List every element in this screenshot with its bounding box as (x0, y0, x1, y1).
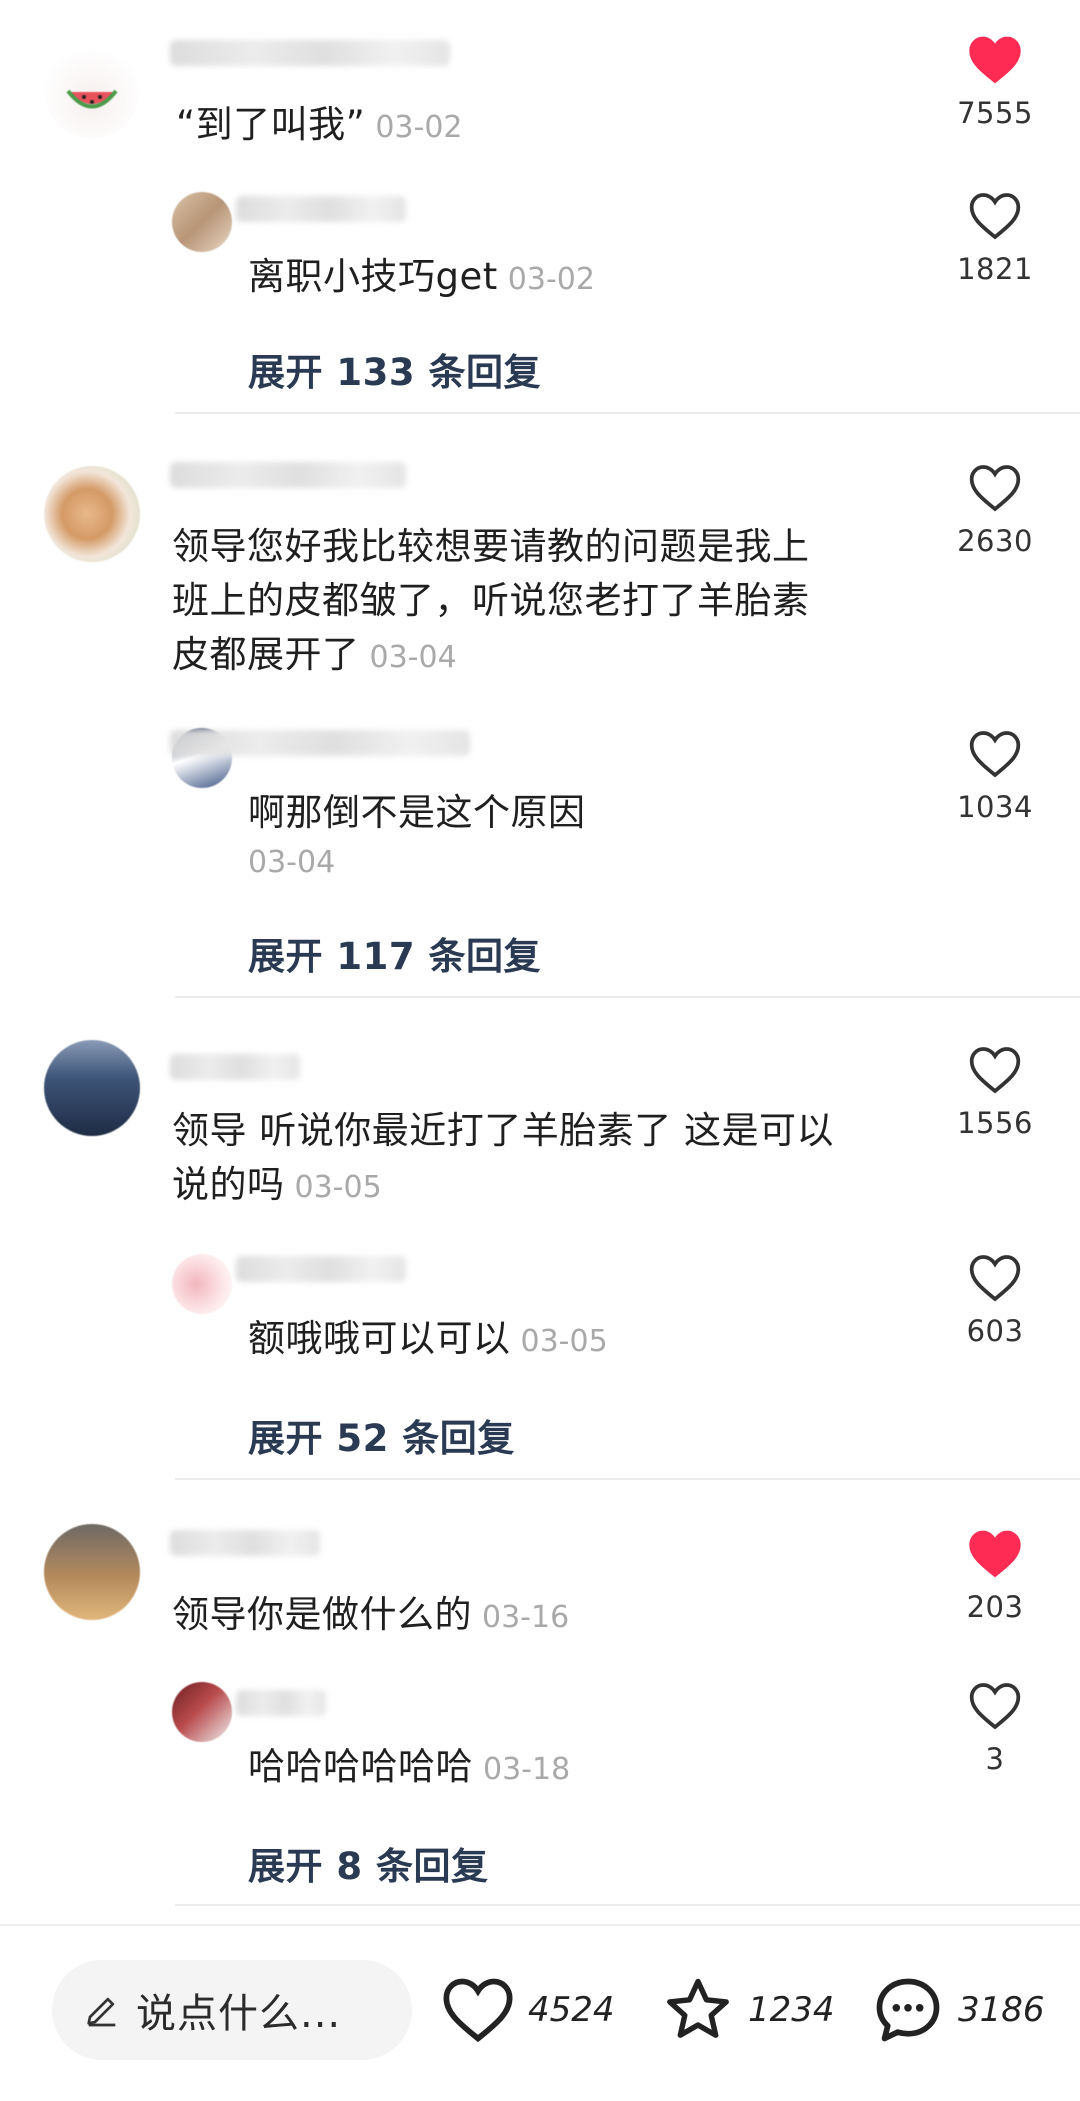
comment-like-button[interactable]: 2630 (940, 462, 1050, 558)
commenter-username[interactable] (170, 1054, 300, 1080)
expand-replies-button[interactable]: 展开 117 条回复 (248, 926, 541, 980)
heart-icon (969, 1047, 1021, 1094)
heart-icon (969, 731, 1021, 778)
thread-divider (175, 1478, 1080, 1480)
reply-date: 03-02 (507, 262, 595, 297)
replier-avatar[interactable] (172, 1682, 232, 1742)
comment-date: 03-05 (294, 1170, 382, 1205)
favorite-button[interactable]: 1234 (660, 1962, 835, 2058)
comment-like-button[interactable]: 7555 (940, 34, 1050, 130)
reply-text: 啊那倒不是这个原因 03-04 (248, 786, 586, 886)
comment-count: 3186 (958, 1990, 1045, 2030)
commenter-avatar[interactable] (44, 466, 140, 562)
comment-date: 03-02 (375, 110, 463, 145)
reply-text: 离职小技巧get 03-02 (248, 250, 595, 307)
heart-icon (969, 1255, 1021, 1302)
comment-bubble-icon (876, 1978, 940, 2042)
comment-date: 03-04 (369, 640, 457, 675)
thread-divider (175, 412, 1080, 414)
reply-text: 额哦哦可以可以 03-05 (248, 1312, 608, 1369)
comment-text: 领导你是做什么的 03-16 (172, 1588, 569, 1645)
comment-body-line-2: 班上的皮都皱了，听说您老打了羊胎素 (172, 579, 810, 622)
comment-body-line-1: 领导 听说你最近打了羊胎素了 这是可以 (172, 1109, 835, 1152)
comment-input-placeholder: 说点什么... (136, 1991, 342, 2037)
reply-body: 额哦哦可以可以 (248, 1317, 511, 1360)
comment-input[interactable]: 说点什么... (52, 1960, 412, 2060)
comment-text: 领导 听说你最近打了羊胎素了 这是可以 说的吗 03-05 (172, 1104, 922, 1215)
star-icon (667, 1978, 729, 2038)
commenter-avatar[interactable] (44, 1524, 140, 1620)
comment-like-count: 7555 (957, 96, 1033, 130)
heart-icon (443, 1978, 513, 2043)
comment-like-button[interactable]: 203 (940, 1528, 1050, 1624)
watermelon-avatar-icon (66, 89, 118, 109)
replier-username[interactable] (236, 1690, 326, 1716)
expand-replies-button[interactable]: 展开 52 条回复 (248, 1408, 515, 1462)
like-button[interactable]: 4524 (440, 1962, 615, 2058)
heart-icon (969, 193, 1021, 240)
bottom-action-bar: 说点什么... 4524 1234 3186 (0, 1924, 1080, 2101)
thread-divider (175, 996, 1080, 998)
heart-icon (969, 1530, 1021, 1578)
comment-text: “到了叫我” 03-02 (176, 98, 463, 155)
replier-avatar[interactable] (172, 1254, 232, 1314)
reply-like-count: 603 (966, 1314, 1024, 1348)
comment-body-line-2: 说的吗 (172, 1163, 285, 1206)
like-count: 4524 (528, 1990, 615, 2030)
reply-like-button[interactable]: 1821 (940, 190, 1050, 286)
thread-divider (175, 1904, 1080, 1906)
comment-date: 03-16 (482, 1600, 570, 1635)
commenter-username[interactable] (170, 462, 406, 488)
replier-username[interactable] (236, 196, 406, 222)
commenter-avatar[interactable] (44, 42, 140, 138)
commenter-avatar[interactable] (44, 1040, 140, 1136)
reply-date: 03-05 (520, 1324, 608, 1359)
reply-like-count: 1034 (957, 790, 1033, 824)
reply-date: 03-18 (483, 1752, 571, 1787)
reply-text: 哈哈哈哈哈哈 03-18 (248, 1740, 570, 1797)
replier-avatar[interactable] (172, 192, 232, 252)
heart-icon (969, 36, 1021, 84)
comment-like-button[interactable]: 1556 (940, 1044, 1050, 1140)
comment-like-count: 1556 (957, 1106, 1033, 1140)
comment-body: “到了叫我” (176, 103, 366, 146)
commenter-username[interactable] (170, 40, 450, 66)
reply-like-button[interactable]: 603 (940, 1252, 1050, 1348)
reply-like-count: 3 (985, 1742, 1005, 1776)
pencil-icon (87, 1997, 116, 2027)
expand-replies-button[interactable]: 展开 133 条回复 (248, 342, 541, 396)
reply-date: 03-04 (248, 845, 336, 880)
replier-username[interactable] (236, 1256, 406, 1282)
comment-like-count: 203 (966, 1590, 1024, 1624)
reply-like-button[interactable]: 1034 (940, 728, 1050, 824)
reply-like-count: 1821 (957, 252, 1033, 286)
reply-body: 哈哈哈哈哈哈 (248, 1745, 473, 1788)
comment-text: 领导您好我比较想要请教的问题是我上 班上的皮都皱了，听说您老打了羊胎素 皮都展开… (172, 520, 922, 685)
reply-body: 离职小技巧get (248, 255, 498, 298)
favorite-count: 1234 (748, 1990, 835, 2030)
comment-body: 领导你是做什么的 (172, 1593, 472, 1636)
heart-icon (969, 1683, 1021, 1730)
heart-icon (969, 465, 1021, 512)
comment-button[interactable]: 3186 (870, 1962, 1045, 2058)
comment-like-count: 2630 (957, 524, 1033, 558)
comment-body-line-1: 领导您好我比较想要请教的问题是我上 (172, 525, 810, 568)
reply-like-button[interactable]: 3 (940, 1680, 1050, 1776)
comment-body-line-3: 皮都展开了 (172, 633, 360, 676)
reply-body: 啊那倒不是这个原因 (248, 791, 586, 834)
replier-username[interactable] (170, 730, 470, 756)
commenter-username[interactable] (170, 1530, 320, 1556)
expand-replies-button[interactable]: 展开 8 条回复 (248, 1836, 489, 1890)
